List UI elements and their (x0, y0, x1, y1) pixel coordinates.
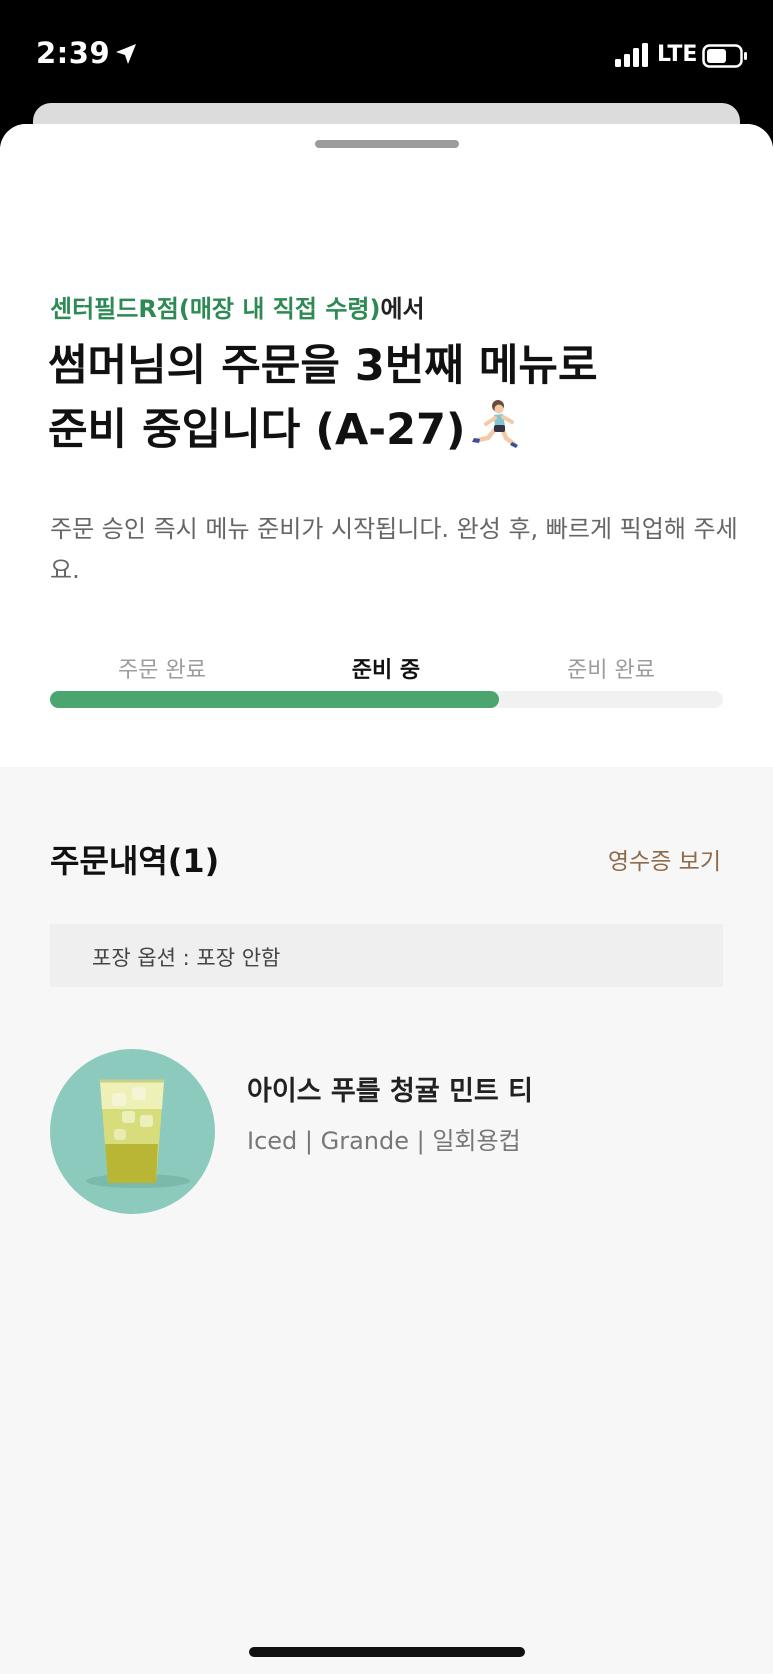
iced-tea-drink-icon (86, 1079, 190, 1188)
item-options: Iced | Grande | 일회용컵 (247, 1127, 521, 1155)
signal-icon (615, 43, 648, 67)
step-preparing: 준비 중 (351, 658, 421, 683)
order-item: 아이스 푸를 청귤 민트 티 Iced | Grande | 일회용컵 (50, 1049, 723, 1219)
location-arrow-icon (116, 44, 136, 64)
battery-icon (702, 44, 747, 68)
order-description: 주문 승인 즉시 메뉴 준비가 시작됩니다. 완성 후, 빠르게 픽업해 주세요… (50, 515, 738, 584)
store-info: 센터필드R점(매장 내 직접 수령)에서 (50, 289, 425, 324)
store-name: 센터필드R점(매장 내 직접 수령) (50, 295, 381, 323)
order-status-sheet: 센터필드R점(매장 내 직접 수령)에서 썸머님의 주문을 3번째 메뉴로 준비… (0, 124, 773, 1674)
sheet-grabber-handle[interactable] (315, 140, 459, 148)
order-history-title: 주문내역(1) (50, 842, 220, 880)
order-status-header: 센터필드R점(매장 내 직접 수령)에서 썸머님의 주문을 3번째 메뉴로 준비… (0, 124, 773, 767)
status-time: 2:39 (36, 36, 111, 70)
status-bar: 2:39 LTE (0, 0, 773, 100)
headline-line-1: 썸머님의 주문을 3번째 메뉴로 (48, 341, 598, 391)
headline-line-2: 준비 중입니다 (A-27) (48, 405, 466, 455)
step-ordered: 주문 완료 (118, 658, 206, 683)
headline-line-2-wrap: 준비 중입니다 (A-27) (48, 398, 738, 462)
packaging-option-box: 포장 옵션 : 포장 안함 (50, 924, 723, 987)
progress-steps: 주문 완료 준비 중 준비 완료 (50, 652, 723, 683)
view-receipt-link[interactable]: 영수증 보기 (608, 842, 721, 876)
runner-emoji-icon (471, 400, 518, 448)
item-thumbnail (50, 1049, 215, 1214)
store-suffix: 에서 (380, 295, 425, 323)
home-indicator (249, 1647, 525, 1657)
packaging-option-text: 포장 옵션 : 포장 안함 (92, 946, 281, 970)
progress-bar (50, 691, 723, 708)
step-ready: 준비 완료 (567, 658, 655, 683)
progress-bar-fill (50, 691, 499, 708)
network-label: LTE (657, 42, 698, 67)
order-headline: 썸머님의 주문을 3번째 메뉴로 준비 중입니다 (A-27) (48, 334, 738, 462)
item-name: 아이스 푸를 청귤 민트 티 (247, 1076, 533, 1107)
